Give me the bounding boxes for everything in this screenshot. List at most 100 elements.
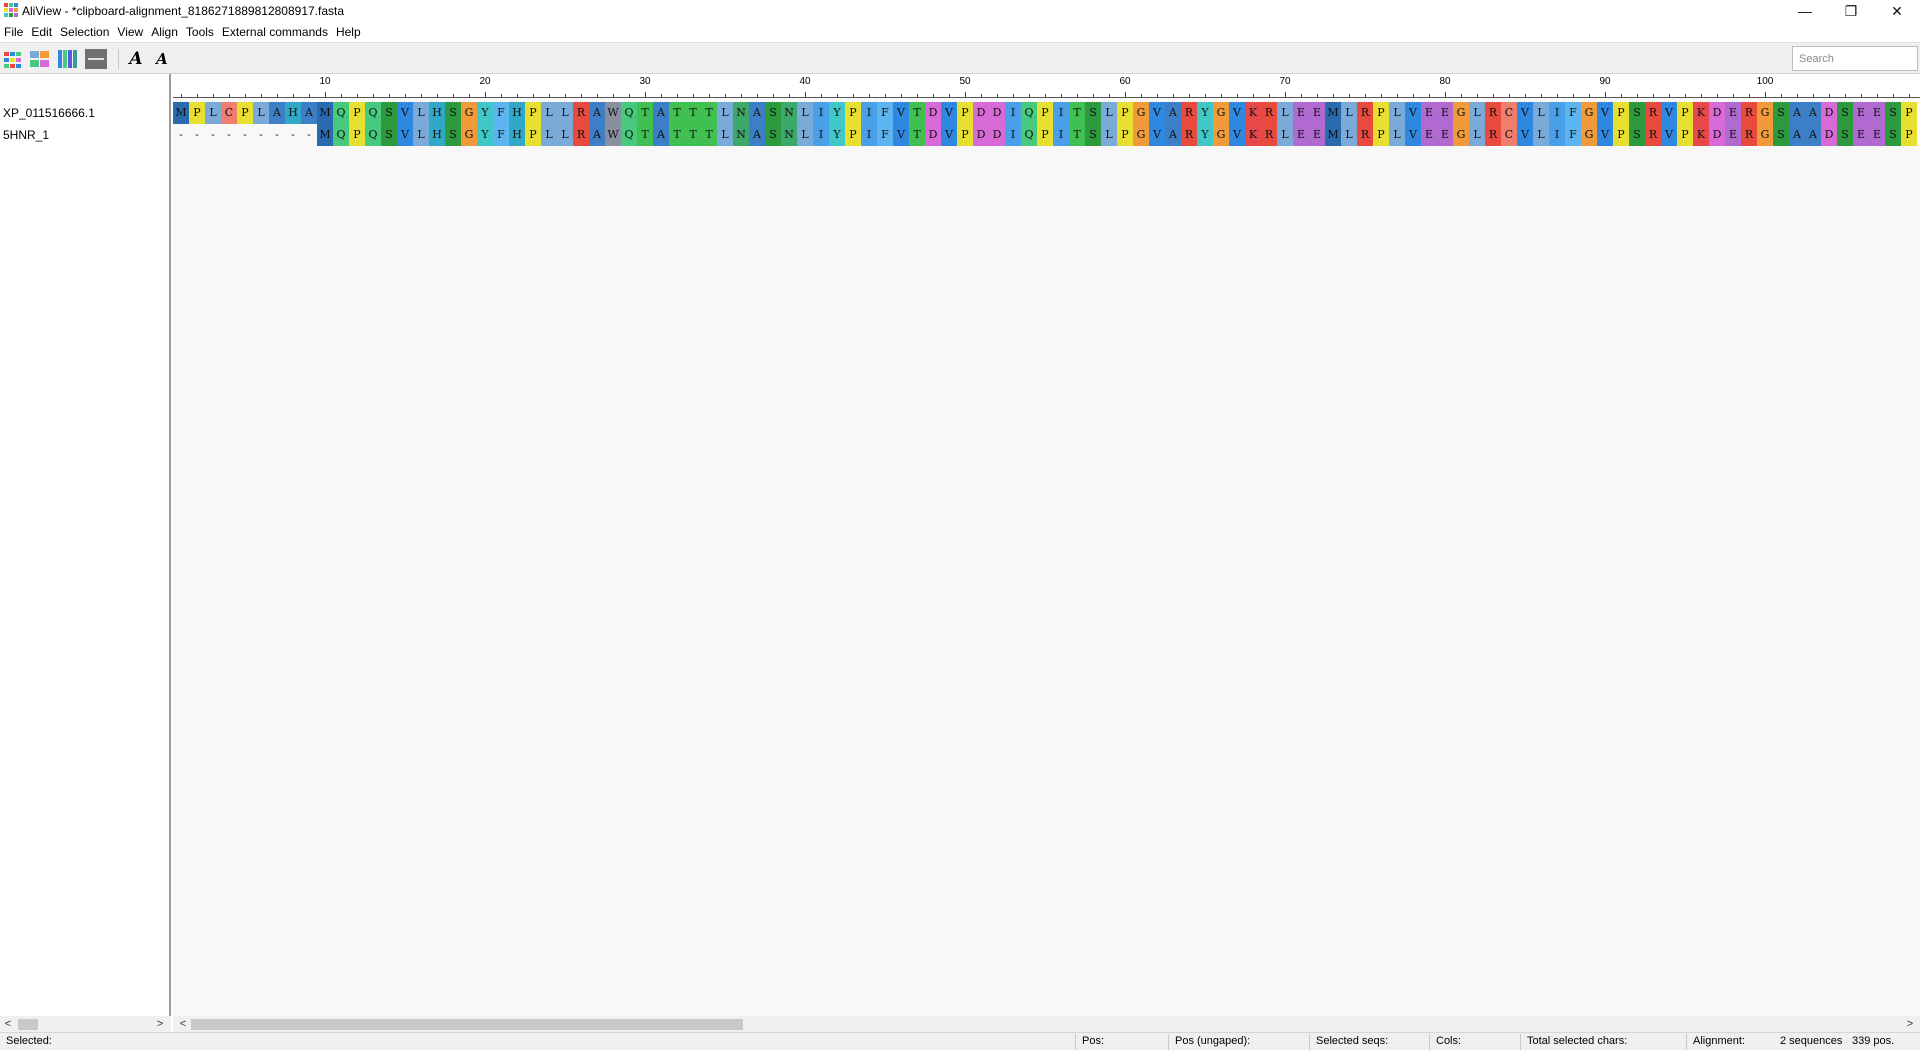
residue-cell[interactable]: Q <box>365 124 381 146</box>
residue-cell[interactable]: G <box>1453 124 1469 146</box>
residue-cell[interactable]: S <box>1773 102 1789 124</box>
residue-cell[interactable]: L <box>797 124 813 146</box>
residue-cell[interactable]: V <box>1149 124 1165 146</box>
residue-cell[interactable]: F <box>877 102 893 124</box>
residue-cell[interactable]: A <box>1805 102 1821 124</box>
residue-cell[interactable]: P <box>1613 124 1629 146</box>
residue-cell[interactable]: L <box>541 102 557 124</box>
residue-cell[interactable]: V <box>941 124 957 146</box>
residue-cell[interactable]: E <box>1725 102 1741 124</box>
residue-cell[interactable]: S <box>381 124 397 146</box>
residue-cell[interactable]: P <box>349 102 365 124</box>
residue-cell[interactable]: W <box>605 124 621 146</box>
residue-cell[interactable]: T <box>637 102 653 124</box>
alignment-gap[interactable]: - <box>301 124 317 146</box>
residue-cell[interactable]: L <box>1389 124 1405 146</box>
residue-cell[interactable]: A <box>589 102 605 124</box>
residue-cell[interactable]: P <box>1677 102 1693 124</box>
residue-cell[interactable]: R <box>573 102 589 124</box>
residue-cell[interactable]: I <box>1053 124 1069 146</box>
residue-cell[interactable]: L <box>1101 102 1117 124</box>
residue-cell[interactable]: D <box>989 124 1005 146</box>
residue-cell[interactable]: R <box>1357 124 1373 146</box>
residue-cell[interactable]: T <box>685 124 701 146</box>
residue-cell[interactable]: A <box>589 124 605 146</box>
residue-cell[interactable]: D <box>1709 102 1725 124</box>
residue-cell[interactable]: V <box>1661 102 1677 124</box>
residue-cell[interactable]: P <box>525 124 541 146</box>
residue-cell[interactable]: W <box>605 102 621 124</box>
scroll-right-icon[interactable]: > <box>152 1016 168 1032</box>
residue-cell[interactable]: I <box>813 124 829 146</box>
residue-cell[interactable]: K <box>1245 124 1261 146</box>
residue-cell[interactable]: N <box>781 102 797 124</box>
search-input[interactable] <box>1792 46 1918 71</box>
scroll-right-icon[interactable]: > <box>1902 1016 1918 1032</box>
residue-cell[interactable]: P <box>957 124 973 146</box>
residue-cell[interactable]: A <box>1165 102 1181 124</box>
residue-cell[interactable]: F <box>1565 102 1581 124</box>
residue-cell[interactable]: P <box>1037 124 1053 146</box>
residue-cell[interactable]: A <box>1789 124 1805 146</box>
residue-cell[interactable]: Q <box>365 102 381 124</box>
residue-cell[interactable]: H <box>429 102 445 124</box>
residue-cell[interactable]: R <box>573 124 589 146</box>
residue-cell[interactable]: A <box>1789 102 1805 124</box>
residue-cell[interactable]: D <box>989 102 1005 124</box>
residue-cell[interactable]: T <box>1069 102 1085 124</box>
residue-cell[interactable]: Y <box>477 124 493 146</box>
residue-cell[interactable]: R <box>1741 102 1757 124</box>
font-increase-icon[interactable]: A <box>124 47 148 71</box>
scroll-thumb[interactable] <box>18 1019 38 1030</box>
residue-cell[interactable]: R <box>1181 102 1197 124</box>
residue-cell[interactable]: P <box>1117 102 1133 124</box>
residue-cell[interactable]: I <box>861 102 877 124</box>
residue-cell[interactable]: S <box>765 102 781 124</box>
residue-cell[interactable]: I <box>1005 102 1021 124</box>
residue-cell[interactable]: G <box>461 102 477 124</box>
residue-cell[interactable]: D <box>1821 124 1837 146</box>
residue-cell[interactable]: D <box>973 102 989 124</box>
residue-cell[interactable]: I <box>813 102 829 124</box>
residue-cell[interactable]: Q <box>621 124 637 146</box>
residue-cell[interactable]: Y <box>1197 102 1213 124</box>
menu-external-commands[interactable]: External commands <box>218 22 332 42</box>
residue-cell[interactable]: M <box>1325 124 1341 146</box>
residue-cell[interactable]: R <box>1357 102 1373 124</box>
residue-cell[interactable]: T <box>637 124 653 146</box>
residue-cell[interactable]: E <box>1853 102 1869 124</box>
residue-cell[interactable]: A <box>1805 124 1821 146</box>
residue-cell[interactable]: L <box>1277 124 1293 146</box>
residue-cell[interactable]: T <box>1069 124 1085 146</box>
residue-cell[interactable]: A <box>653 124 669 146</box>
residue-cell[interactable]: N <box>733 102 749 124</box>
residue-cell[interactable]: G <box>1213 124 1229 146</box>
residue-cell[interactable]: E <box>1293 124 1309 146</box>
residue-cell[interactable]: P <box>845 102 861 124</box>
residue-cell[interactable]: G <box>1133 102 1149 124</box>
residue-cell[interactable]: K <box>1245 102 1261 124</box>
sequence-row[interactable]: MPLCPLAHAMQPQSVLHSGYFHPLLRAWQTATTTLNASNL… <box>173 102 1917 124</box>
residue-cell[interactable]: C <box>221 102 237 124</box>
residue-cell[interactable]: E <box>1437 102 1453 124</box>
residue-cell[interactable]: L <box>1277 102 1293 124</box>
residue-cell[interactable]: A <box>301 102 317 124</box>
residue-cell[interactable]: G <box>1757 102 1773 124</box>
residue-cell[interactable]: S <box>765 124 781 146</box>
alignment-gap[interactable]: - <box>285 124 301 146</box>
residue-cell[interactable]: P <box>1373 102 1389 124</box>
residue-cell[interactable]: R <box>1645 102 1661 124</box>
residue-cell[interactable]: V <box>1597 124 1613 146</box>
residue-cell[interactable]: V <box>1405 102 1421 124</box>
residue-cell[interactable]: K <box>1693 124 1709 146</box>
residue-cell[interactable]: C <box>1501 102 1517 124</box>
residue-cell[interactable]: E <box>1309 124 1325 146</box>
menu-file[interactable]: File <box>0 22 27 42</box>
residue-cell[interactable]: I <box>1005 124 1021 146</box>
residue-cell[interactable]: M <box>1325 102 1341 124</box>
translate-icon[interactable] <box>84 47 108 71</box>
residue-cell[interactable]: S <box>1773 124 1789 146</box>
residue-cell[interactable]: D <box>973 124 989 146</box>
residue-cell[interactable]: P <box>845 124 861 146</box>
residue-cell[interactable]: L <box>797 102 813 124</box>
